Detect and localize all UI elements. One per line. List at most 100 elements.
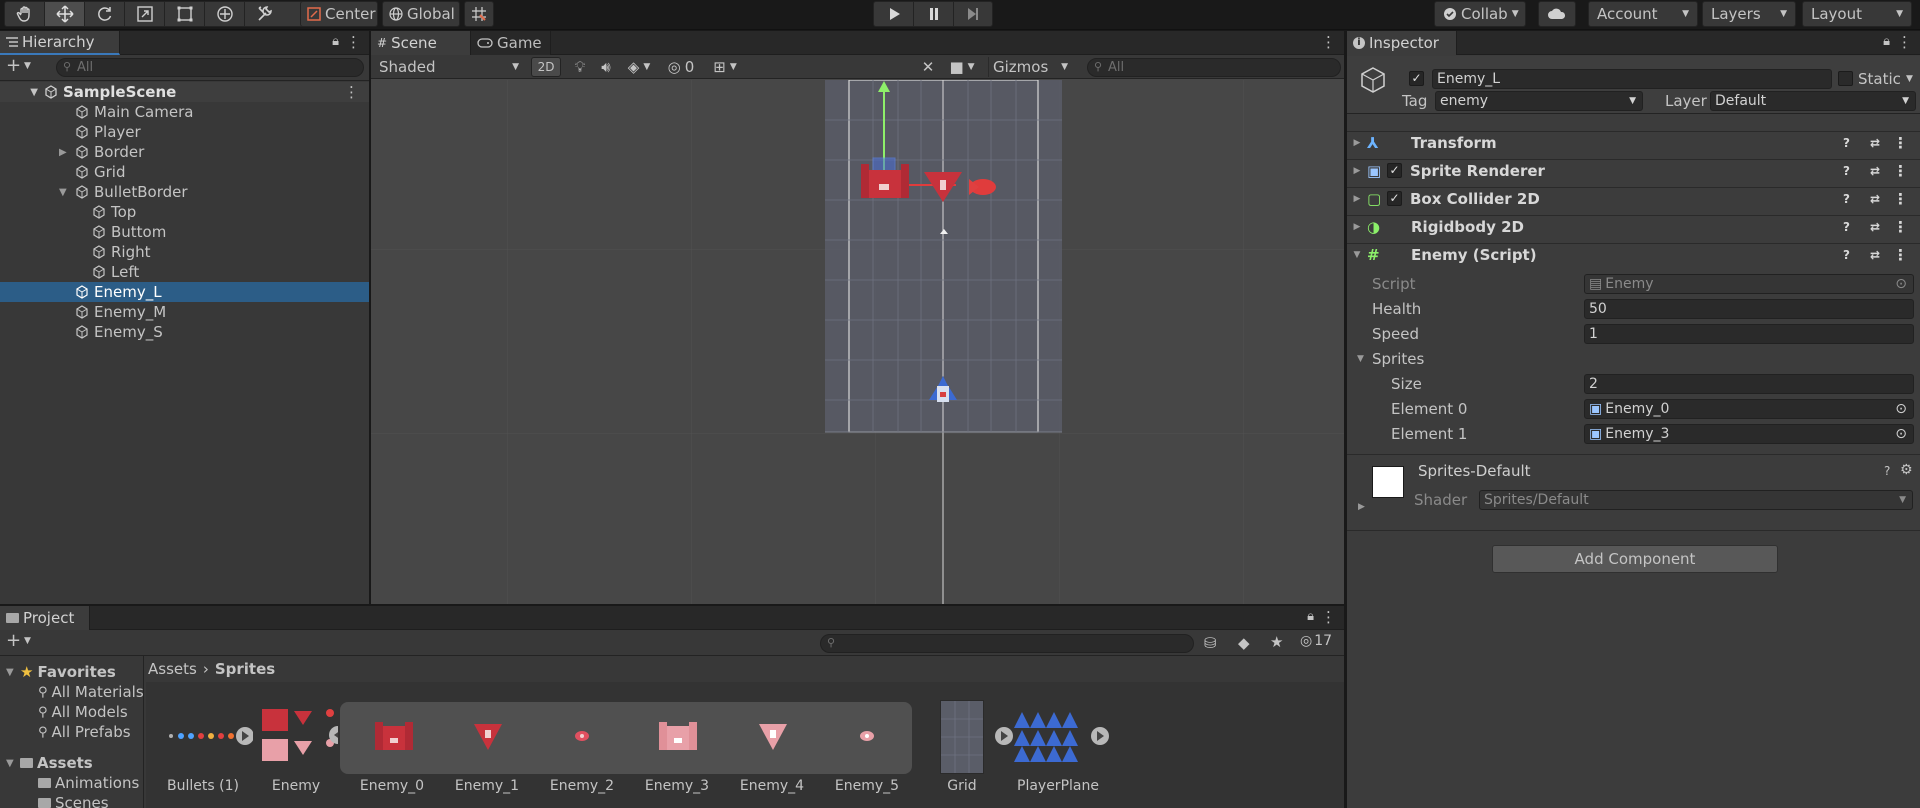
help-icon[interactable]: ? [1843,164,1850,178]
snap-button[interactable] [464,1,494,27]
component-box-collider-2d[interactable]: ▶ ▢ ✓ Box Collider 2D ? ⇄ ⋮ [1347,187,1920,209]
help-icon[interactable]: ? [1843,220,1850,234]
tab-game[interactable]: Game [471,31,551,55]
effects-dropdown[interactable]: ◈ ▼ [619,57,659,77]
add-component-button[interactable]: Add Component [1492,545,1778,573]
expand-arrow-icon[interactable]: ▶ [1347,138,1367,148]
hierarchy-item-player[interactable]: Player [0,122,369,142]
hierarchy-item-bulletborder[interactable]: ▼ BulletBorder [0,182,369,202]
grid-snap-dropdown[interactable]: ⊞ ▼ [701,57,749,77]
component-transform[interactable]: ▶ ⅄ Transform ? ⇄ ⋮ [1347,131,1920,153]
help-icon[interactable]: ? [1843,192,1850,206]
cloud-services-button[interactable] [1538,1,1576,27]
component-enemy-script[interactable]: ▼ # Enemy (Script) ? ⇄ ⋮ [1347,243,1920,265]
object-picker-icon[interactable]: ⊙ [1895,276,1907,292]
scene-row[interactable]: ▼ SampleScene ⋮ [0,82,369,102]
asset-bullets[interactable] [163,714,253,758]
favorite-item[interactable]: ⚲ All Models [0,702,143,722]
hand-tool-button[interactable] [5,2,45,26]
splitter[interactable] [0,604,1344,606]
more-options-icon[interactable]: ⋮ [1893,246,1908,264]
create-asset-button[interactable]: + ▼ [6,632,31,650]
favorite-item[interactable]: ⚲ All Prefabs [0,722,143,742]
account-dropdown[interactable]: Account ▼ [1588,1,1698,27]
expand-arrow-icon[interactable]: ▼ [0,87,44,98]
hierarchy-item-right[interactable]: Right [0,242,369,262]
expand-arrow-icon[interactable]: ▶ [1347,222,1367,232]
lock-icon[interactable]: 🔒︎ [332,34,339,49]
lock-icon[interactable]: 🔒︎ [1883,34,1890,49]
scale-tool-button[interactable] [125,2,165,26]
splitter[interactable] [1344,31,1347,808]
breadcrumb-sprites[interactable]: Sprites [215,660,275,678]
favorite-star-icon[interactable]: ★ [1270,633,1283,651]
expand-arrow-icon[interactable]: ▼ [59,187,75,198]
gear-icon[interactable]: ⚙ [1900,462,1913,478]
layout-dropdown[interactable]: Layout ▼ [1802,1,1912,27]
move-tool-button[interactable] [45,2,85,26]
layer-dropdown[interactable]: Default ▼ [1710,91,1916,111]
lighting-toggle[interactable]: 💡︎ [567,57,593,77]
element0-field[interactable]: ▣ Enemy_0 ⊙ [1584,399,1914,419]
asset-folder[interactable]: Scenes [0,793,143,808]
expand-arrow-icon[interactable]: ▶ [1358,502,1365,512]
more-options-icon[interactable]: ⋮ [1893,134,1908,152]
collapse-arrow-icon[interactable]: ▼ [6,667,20,678]
asset-enemy-5[interactable] [857,728,877,744]
object-picker-icon[interactable]: ⊙ [1895,426,1907,442]
tag-dropdown[interactable]: enemy ▼ [1435,91,1643,111]
more-options-icon[interactable]: ⋮ [1893,190,1908,208]
asset-enemy-0[interactable] [372,716,416,756]
asset-enemy-1[interactable] [470,716,506,756]
help-icon[interactable]: ? [1884,464,1890,478]
layers-dropdown[interactable]: Layers ▼ [1702,1,1796,27]
component-rigidbody-2d[interactable]: ▶ ◑ Rigidbody 2D ? ⇄ ⋮ [1347,215,1920,237]
search-by-label-icon[interactable]: ◆ [1238,634,1250,652]
help-icon[interactable]: ? [1843,136,1850,150]
2d-mode-toggle[interactable]: 2D [531,57,561,77]
presets-icon[interactable]: ⇄ [1870,248,1880,262]
space-mode-button[interactable]: Global [382,1,460,27]
scene-search-input[interactable]: ⚲ All [1087,58,1341,77]
more-options-icon[interactable]: ⋮ [1321,608,1336,626]
lock-icon[interactable]: 🔒︎ [1307,609,1314,624]
more-options-icon[interactable]: ⋮ [344,83,359,101]
hierarchy-item-enemy-l[interactable]: Enemy_L [0,282,369,302]
play-button[interactable] [874,2,914,26]
custom-tool-button[interactable] [245,2,285,26]
presets-icon[interactable]: ⇄ [1870,136,1880,150]
favorite-item[interactable]: ⚲ All Materials [0,682,143,702]
asset-folder[interactable]: Animations [0,773,143,793]
asset-enemy-4[interactable] [755,716,791,756]
more-options-icon[interactable]: ⋮ [1893,218,1908,236]
collapse-arrow-icon[interactable]: ▼ [6,758,20,769]
presets-icon[interactable]: ⇄ [1870,220,1880,234]
shader-dropdown[interactable]: Sprites/Default ▼ [1479,490,1913,510]
more-options-icon[interactable]: ⋮ [1897,33,1912,51]
hierarchy-search-input[interactable]: ⚲ All [56,58,364,77]
hierarchy-item-top[interactable]: Top [0,202,369,222]
create-button[interactable]: + ▼ [6,57,31,75]
splitter[interactable] [369,31,371,604]
component-enabled-checkbox[interactable]: ✓ [1387,191,1402,206]
asset-enemy-2[interactable] [572,728,592,744]
expand-arrow-icon[interactable]: ▶ [1347,166,1367,176]
more-options-icon[interactable]: ⋮ [1893,162,1908,180]
pivot-mode-button[interactable]: Center [300,1,378,27]
presets-icon[interactable]: ⇄ [1870,192,1880,206]
favorites-row[interactable]: ▼ ★ Favorites [0,662,143,682]
hidden-packages-toggle[interactable]: ◎ 17 [1300,633,1332,649]
hierarchy-item-main-camera[interactable]: Main Camera [0,102,369,122]
presets-icon[interactable]: ⇄ [1870,164,1880,178]
help-icon[interactable]: ? [1843,248,1850,262]
collapse-arrow-icon[interactable]: ▼ [1357,354,1364,364]
step-button[interactable] [954,2,992,26]
active-checkbox[interactable]: ✓ [1409,71,1424,86]
breadcrumb-assets[interactable]: Assets [148,660,197,678]
static-checkbox[interactable] [1838,71,1853,86]
gizmos-dropdown[interactable]: Gizmos ▼ [988,57,1072,77]
pause-button[interactable] [914,2,954,26]
object-name-input[interactable]: Enemy_L [1432,69,1832,89]
asset-enemy-3[interactable] [656,716,700,756]
hierarchy-item-buttom[interactable]: Buttom [0,222,369,242]
